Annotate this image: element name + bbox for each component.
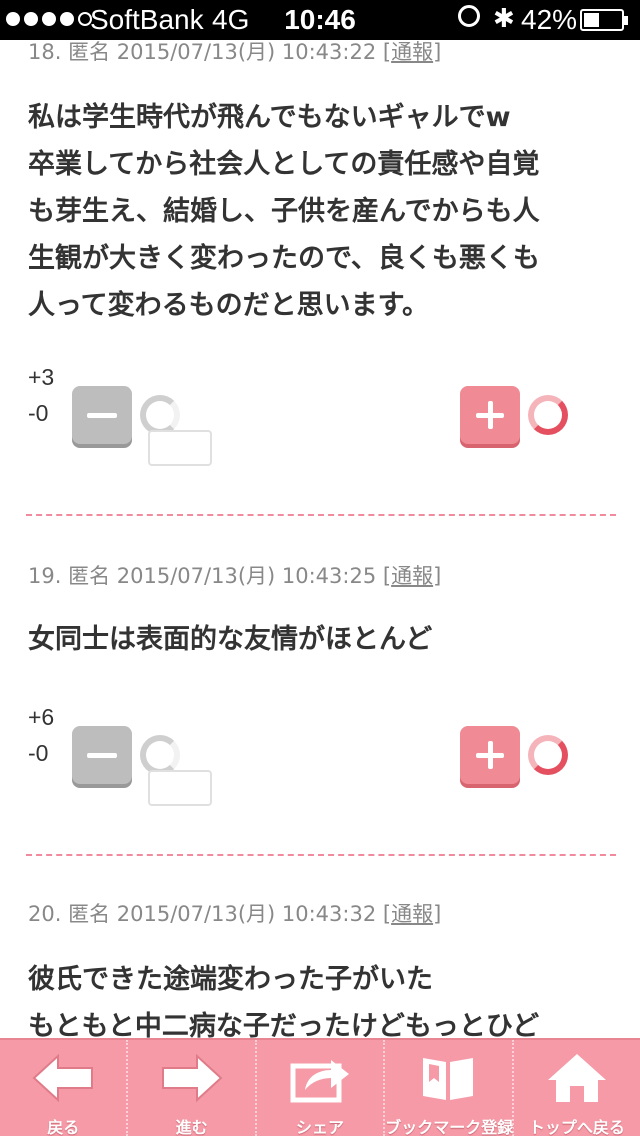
comment-line: 卒業してから社会人としての責任感や自覚 (28, 149, 540, 180)
comment-author: 匿名 (68, 40, 111, 64)
comment-divider (26, 854, 616, 856)
loading-spinner-icon (528, 735, 568, 775)
comment-body: 私は学生時代が飛んでもないギャルでw 卒業してから社会人としての責任感や自覚 も… (28, 94, 618, 329)
comment-datetime: 2015/07/13(月) 10:43:25 (116, 564, 377, 588)
plus-vote-button[interactable] (460, 726, 520, 784)
bookmark-button[interactable]: ブックマーク登録 (385, 1040, 514, 1136)
comment-line: 私は学生時代が飛んでもないギャルでw (28, 102, 511, 133)
share-label: シェア (296, 1118, 345, 1136)
comment-line: 女同士は表面的な友情がほとんど (28, 624, 433, 655)
vote-count-box (148, 770, 212, 806)
battery-icon (580, 9, 628, 31)
comment-body: 彼氏できた途端変わった子がいた もともと中二病な子だったけどもっとひど (28, 956, 618, 1050)
comment-number: 19. (28, 564, 62, 588)
top-label: トップへ戻る (528, 1118, 625, 1136)
comment-line: も芽生え、結婚し、子供を産んでからも人 (28, 196, 540, 227)
back-label: 戻る (47, 1118, 80, 1136)
minus-count: -0 (28, 740, 49, 766)
comment-datetime: 2015/07/13(月) 10:43:32 (116, 902, 377, 926)
home-icon (547, 1054, 606, 1102)
plus-count: +6 (28, 704, 55, 730)
minus-vote-button[interactable] (72, 726, 132, 784)
comment-body: 女同士は表面的な友情がほとんど (28, 616, 618, 663)
comment-datetime: 2015/07/13(月) 10:43:22 (116, 40, 377, 64)
rotation-lock-icon (458, 5, 480, 27)
comment-number: 18. (28, 40, 62, 64)
report-link[interactable]: 通報 (391, 902, 433, 926)
comment-author: 匿名 (68, 564, 111, 588)
comment-line: 彼氏できた途端変わった子がいた (28, 964, 433, 995)
book-icon (423, 1058, 474, 1100)
battery-percent: 42% (521, 4, 578, 35)
bookmark-label: ブックマーク登録 (385, 1118, 514, 1136)
loading-spinner-icon (140, 735, 180, 775)
bluetooth-icon: ✱ (493, 3, 515, 33)
status-bar: SoftBank 4G 10:46 ✱ 42% (0, 0, 640, 40)
comment-meta: 19. 匿名 2015/07/13(月) 10:43:25 [通報] (28, 564, 442, 588)
arrow-left-icon (32, 1053, 94, 1103)
loading-spinner-icon (528, 395, 568, 435)
minus-vote-button[interactable] (72, 386, 132, 444)
report-link[interactable]: 通報 (391, 40, 433, 64)
loading-spinner-icon (140, 395, 180, 435)
minus-icon (87, 752, 117, 758)
comment-line: 生観が大きく変わったので、良くも悪くも (28, 243, 540, 274)
minus-icon (87, 412, 117, 418)
bottom-toolbar: 戻る 進む シェア ブックマーク登録 トップへ戻る (0, 1038, 640, 1136)
forward-button[interactable]: 進む (128, 1040, 257, 1136)
comment-divider (26, 514, 616, 516)
comment-author: 匿名 (68, 902, 111, 926)
comment-meta: 18. 匿名 2015/07/13(月) 10:43:22 [通報] (28, 40, 442, 64)
comment-meta: 20. 匿名 2015/07/13(月) 10:43:32 [通報] (28, 902, 442, 926)
comment-number: 20. (28, 902, 62, 926)
back-button[interactable]: 戻る (0, 1040, 129, 1136)
share-icon (290, 1060, 350, 1103)
comment-line: 人って変わるものだと思います。 (28, 290, 429, 321)
plus-vote-button[interactable] (460, 386, 520, 444)
plus-count: +3 (28, 364, 55, 390)
minus-count: -0 (28, 400, 49, 426)
vote-count-box (148, 430, 212, 466)
share-button[interactable]: シェア (257, 1040, 386, 1136)
arrow-right-icon (161, 1053, 223, 1103)
forward-label: 進む (175, 1118, 208, 1136)
top-button[interactable]: トップへ戻る (514, 1040, 640, 1136)
report-link[interactable]: 通報 (391, 564, 433, 588)
